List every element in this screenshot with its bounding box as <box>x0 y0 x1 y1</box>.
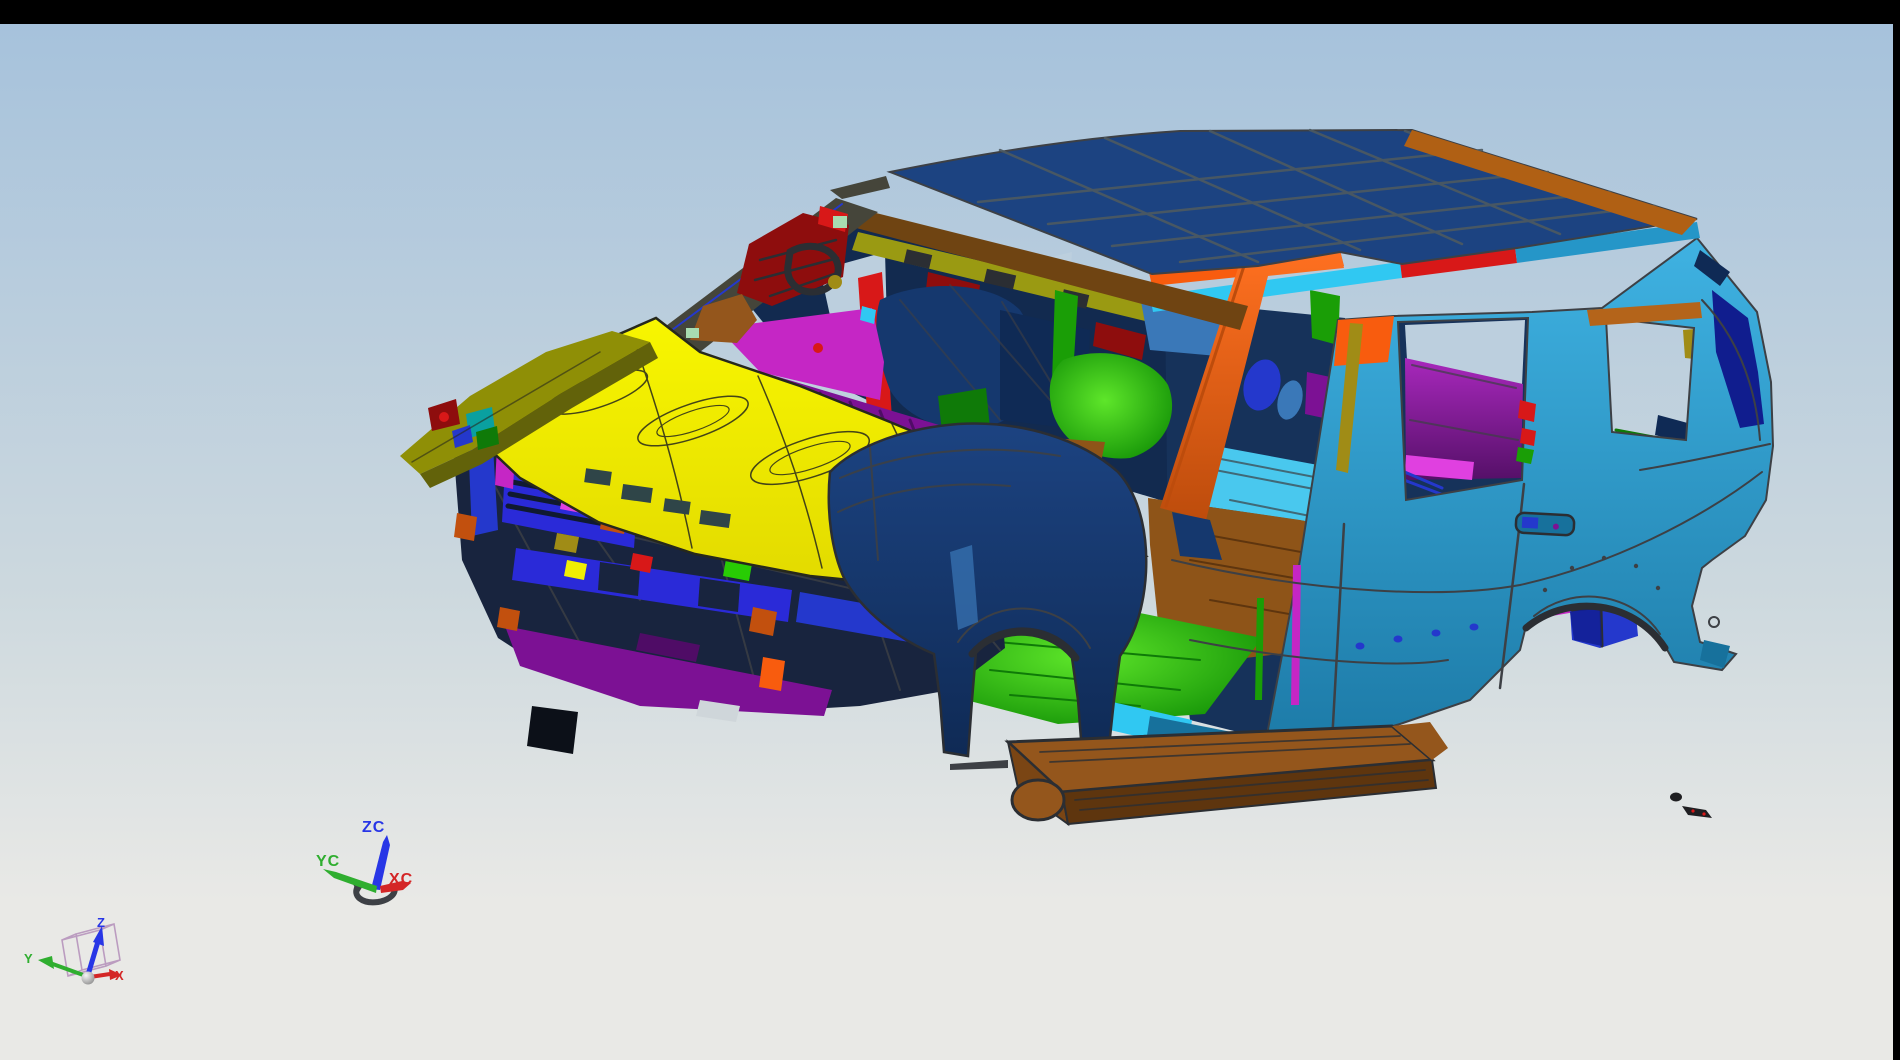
tow-bracket <box>527 706 578 754</box>
top-letterbox-bar <box>0 0 1900 24</box>
view-y-label: Y <box>24 951 33 966</box>
cad-application-window: ZC YC XC Z Y X <box>0 0 1900 1060</box>
wcs-x-label: XC <box>389 871 413 888</box>
cad-model[interactable] <box>400 130 1773 824</box>
right-letterbox-bar <box>1893 0 1900 1060</box>
door-handle-recess <box>1516 512 1575 535</box>
view-triad[interactable]: Z Y X <box>24 915 124 985</box>
rear-door-opening-interior <box>1400 320 1525 496</box>
wcs-z-label: ZC <box>362 819 385 836</box>
view-x-label: X <box>115 968 124 983</box>
wcs-triad[interactable]: ZC YC XC <box>316 819 413 902</box>
b-pillar-top-bracket[interactable] <box>1334 316 1394 366</box>
front-fender-near[interactable] <box>829 423 1146 768</box>
running-board[interactable] <box>950 722 1448 824</box>
wcs-y-label: YC <box>316 853 340 870</box>
view-z-label: Z <box>97 915 105 930</box>
cad-3d-viewport[interactable]: ZC YC XC Z Y X <box>0 0 1900 1060</box>
detached-small-parts[interactable] <box>1670 793 1712 819</box>
